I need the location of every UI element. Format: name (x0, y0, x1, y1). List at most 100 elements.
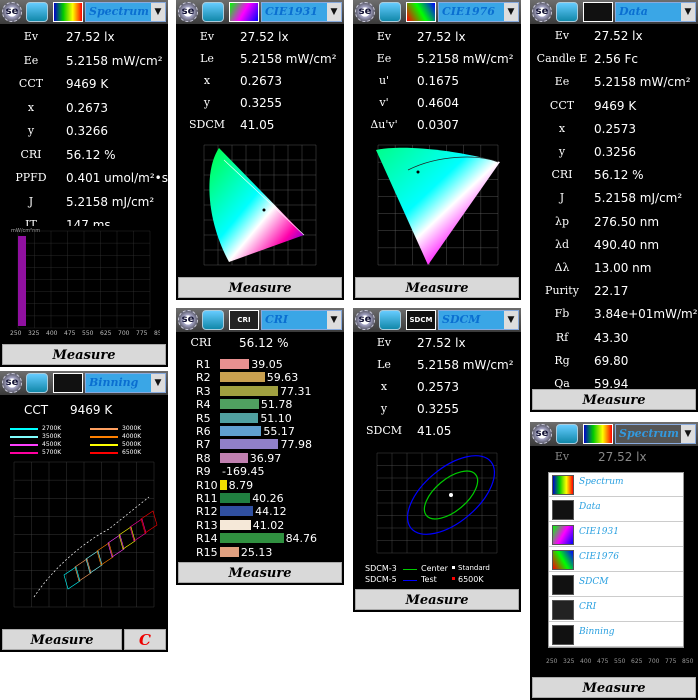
legend-swatch (10, 428, 38, 430)
x-tick-label: 775 (136, 330, 148, 337)
cri-item-value: 36.97 (249, 451, 282, 465)
measure-button[interactable]: Measure (532, 677, 696, 698)
reading-label: Le (377, 358, 391, 371)
cri-item-value: 25.13 (240, 545, 273, 559)
reading-label: λd (554, 237, 569, 251)
menu-item-cri[interactable]: CRI (549, 598, 683, 622)
cri-item-name: R9 (196, 465, 211, 479)
clear-button[interactable]: C (124, 629, 166, 650)
menu-item-label: Data (579, 502, 601, 512)
measure-button[interactable]: Measure (178, 277, 342, 298)
settings-gear-icon[interactable]: se (178, 310, 198, 330)
view-dropdown[interactable]: CRI ▼ (261, 310, 342, 330)
reading-label: y (380, 402, 388, 415)
reading-row: y 0.3255 (353, 402, 521, 423)
reading-value: 27.52 lx (594, 29, 643, 43)
sdcm-legend: SDCM-3 Center Standard SDCM-5 Test 6500K (365, 564, 515, 588)
reading-value: 13.00 nm (594, 261, 652, 275)
menu-item-data[interactable]: Data (549, 498, 683, 522)
reading-value: 27.52 lx (417, 30, 466, 44)
menu-item-sdcm[interactable]: SDCM (549, 573, 683, 597)
reading-value: 0.401 umol/m²•s (66, 171, 168, 185)
chevron-down-icon[interactable]: ▼ (151, 374, 165, 392)
legend-swatch (10, 444, 38, 446)
reading-label: x (380, 380, 388, 393)
save-icon[interactable] (26, 373, 48, 393)
chevron-down-icon[interactable]: ▼ (151, 3, 165, 21)
reading-label: Le (200, 52, 214, 65)
reading-value: 5.2158 mW/cm² (417, 52, 514, 66)
legend-test: Test (421, 575, 437, 584)
cie1976-panel: se CIE1976 ▼ Ev 27.52 lx Ee 5.2158 mW/cm² u' 0… (353, 0, 521, 300)
reading-label: J (28, 194, 34, 208)
save-icon[interactable] (379, 310, 401, 330)
save-icon[interactable] (556, 2, 578, 22)
measure-button[interactable]: Measure (355, 589, 519, 610)
settings-gear-icon[interactable]: se (2, 373, 22, 393)
chevron-down-icon[interactable]: ▼ (504, 3, 518, 21)
save-icon[interactable] (26, 2, 48, 22)
view-dropdown[interactable]: Spectrum ▼ (85, 2, 166, 22)
menu-item-spectrum[interactable]: Spectrum (549, 473, 683, 497)
cri-item-name: R11 (196, 492, 218, 505)
settings-gear-icon[interactable]: se (532, 2, 552, 22)
cri-thumbnail-icon: CRI (229, 310, 259, 330)
measure-button[interactable]: Measure (532, 389, 696, 410)
menu-item-icon (552, 525, 574, 545)
toolbar: se CIE1976 ▼ (353, 0, 521, 24)
legend-label: 5700K (42, 449, 62, 456)
cri-item-name: R14 (196, 532, 218, 546)
save-icon[interactable] (202, 2, 224, 22)
reading-value: 27.52 lx (417, 336, 466, 350)
chevron-down-icon[interactable]: ▼ (681, 425, 695, 443)
reading-row: Purity 22.17 (530, 284, 698, 305)
view-dropdown-label: CIE1931 (265, 5, 318, 18)
reading-row: v' 0.4604 (353, 96, 521, 117)
menu-item-icon (552, 475, 574, 495)
save-icon[interactable] (202, 310, 224, 330)
settings-gear-icon[interactable]: se (355, 2, 375, 22)
reading-label: Candle E (536, 52, 588, 66)
cri-item-name: R4 (196, 398, 211, 412)
reading-label: Ee (23, 53, 39, 67)
test-point (416, 170, 420, 174)
legend-standard: Standard (458, 564, 490, 572)
menu-item-cie1976[interactable]: CIE1976 (549, 548, 683, 572)
chevron-down-icon[interactable]: ▼ (327, 3, 341, 21)
settings-gear-icon[interactable]: se (532, 424, 552, 444)
reading-value: 56.12 % (66, 147, 116, 162)
view-dropdown[interactable]: Data ▼ (615, 2, 696, 22)
menu-item-icon (552, 550, 574, 570)
reading-label: Fb (554, 307, 570, 321)
chevron-down-icon[interactable]: ▼ (681, 3, 695, 21)
chevron-down-icon[interactable]: ▼ (327, 311, 341, 329)
cri-bar (220, 506, 254, 517)
reading-value: 0.3256 (594, 145, 636, 159)
settings-gear-icon[interactable]: se (2, 2, 22, 22)
measure-button[interactable]: Measure (2, 344, 166, 365)
menu-item-cie1931[interactable]: CIE1931 (549, 523, 683, 547)
reading-row: u' 0.1675 (353, 74, 521, 95)
view-dropdown[interactable]: CIE1976 ▼ (438, 2, 519, 22)
view-dropdown[interactable]: Spectrum ▼ (615, 424, 696, 444)
cie1931-thumbnail-icon (229, 2, 259, 22)
save-icon[interactable] (379, 2, 401, 22)
bin-quad (107, 534, 125, 558)
measure-button[interactable]: Measure (355, 277, 519, 298)
reading-value: 5.2158 mW/cm² (594, 75, 691, 90)
view-dropdown[interactable]: SDCM ▼ (438, 310, 519, 330)
settings-gear-icon[interactable]: se (178, 2, 198, 22)
reading-label: x (558, 121, 566, 135)
view-dropdown[interactable]: Binning ▼ (85, 373, 166, 393)
view-dropdown-label: Binning (89, 376, 139, 389)
view-dropdown[interactable]: CIE1931 ▼ (261, 2, 342, 22)
cri-bar (220, 546, 239, 557)
measure-button[interactable]: Measure (2, 629, 122, 650)
chevron-down-icon[interactable]: ▼ (504, 311, 518, 329)
legend-center: Center (421, 564, 448, 573)
save-icon[interactable] (556, 424, 578, 444)
x-tick-label: 325 (563, 658, 575, 665)
settings-gear-icon[interactable]: se (355, 310, 375, 330)
menu-item-binning[interactable]: Binning (549, 623, 683, 647)
measure-button[interactable]: Measure (178, 562, 342, 583)
